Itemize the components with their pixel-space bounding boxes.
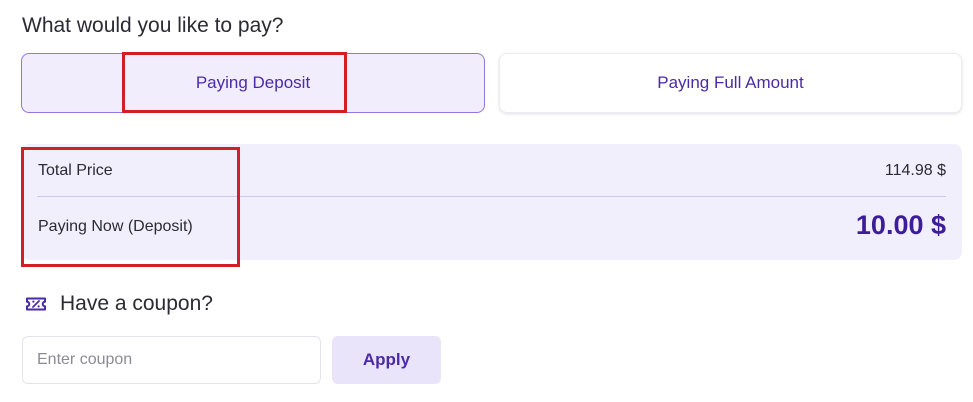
total-price-label: Total Price	[38, 162, 113, 179]
paying-now-label: Paying Now (Deposit)	[38, 218, 193, 235]
paying-now-value: 10.00 $	[855, 210, 946, 240]
coupon-ticket-icon	[24, 292, 48, 316]
coupon-title: Have a coupon?	[60, 292, 213, 315]
paying-full-amount-option[interactable]: Paying Full Amount	[499, 53, 962, 113]
paying-deposit-label: Paying Deposit	[195, 73, 311, 92]
coupon-heading: Have a coupon?	[24, 292, 213, 316]
payment-page: What would you like to pay? Paying Depos…	[0, 0, 973, 402]
total-price-value: 114.98 $	[884, 162, 946, 179]
summary-divider	[37, 196, 946, 197]
price-summary-panel: Total Price 114.98 $ Paying Now (Deposit…	[21, 144, 962, 260]
coupon-input[interactable]	[22, 336, 321, 384]
payment-question: What would you like to pay?	[22, 14, 284, 37]
apply-coupon-button[interactable]: Apply	[332, 336, 441, 384]
paying-deposit-option[interactable]: Paying Deposit	[21, 53, 485, 113]
paying-full-amount-label: Paying Full Amount	[657, 73, 804, 92]
